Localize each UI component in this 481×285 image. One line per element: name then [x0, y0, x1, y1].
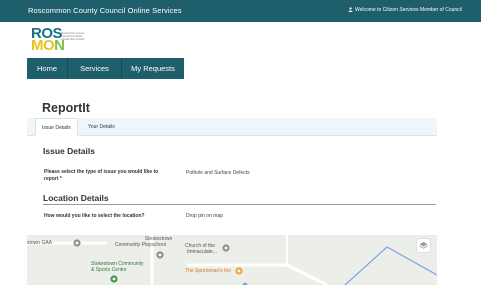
- council-logo[interactable]: ROS MON Roscommon County Council Comhair…: [31, 26, 111, 61]
- tab-issue-details[interactable]: Issue Details: [35, 118, 78, 136]
- issue-type-question: Please select the type of issue you woul…: [44, 169, 158, 183]
- nav-services[interactable]: Services: [68, 58, 121, 79]
- section-divider: [43, 204, 436, 205]
- top-bar: Roscommon County Council Online Services…: [0, 0, 481, 22]
- map-label-community-2: & Sports Centre: [91, 267, 127, 273]
- map-label-playschool-2: Community Playschool: [115, 242, 166, 248]
- issue-type-question-line2: report *: [44, 176, 62, 182]
- map-roads: [27, 235, 437, 285]
- welcome-message: Welcome to Citizen Services Member of Co…: [348, 7, 481, 13]
- issue-details-heading: Issue Details: [43, 146, 95, 156]
- tab-your-details[interactable]: Your Details: [82, 118, 121, 136]
- site-title: Roscommon County Council Online Services: [28, 6, 182, 15]
- form-tabs: Issue Details Your Details: [27, 118, 437, 136]
- issue-type-question-line1: Please select the type of issue you woul…: [44, 169, 159, 175]
- map-label-church-2: Immaculate...: [187, 249, 218, 255]
- page-title: ReportIt: [42, 101, 90, 115]
- nav-my-requests[interactable]: My Requests: [122, 58, 184, 79]
- issue-type-select[interactable]: Pothole and Surface Defects: [186, 170, 250, 177]
- location-details-heading: Location Details: [43, 193, 109, 203]
- location-method-select[interactable]: Drop pin on map: [186, 213, 223, 220]
- nav-home[interactable]: Home: [27, 58, 67, 79]
- map-pin-church[interactable]: [222, 244, 230, 252]
- logo-text-bottom: MON: [31, 37, 65, 54]
- location-method-question: How would you like to select the locatio…: [44, 213, 145, 219]
- map-label-gaa: stown GAA: [27, 240, 53, 246]
- logo-tagline: Roscommon County Council Comhairle Conta…: [61, 32, 85, 41]
- map-pin-community-centre[interactable]: [110, 275, 118, 283]
- map-label-inn: The Sportsman's Inn: [185, 268, 231, 274]
- welcome-text: Welcome to Citizen Services Member of Co…: [355, 7, 462, 13]
- map-pin-inn[interactable]: [235, 267, 243, 275]
- map-layers-button[interactable]: [417, 239, 430, 252]
- map-pin-playschool[interactable]: [156, 251, 164, 259]
- layers-icon: [419, 242, 428, 249]
- main-nav: Home Services My Requests: [27, 58, 184, 79]
- map-pin-gaa[interactable]: [73, 239, 81, 247]
- user-icon: [348, 7, 353, 12]
- location-map[interactable]: stown GAA Strokestown Community Playscho…: [27, 235, 437, 285]
